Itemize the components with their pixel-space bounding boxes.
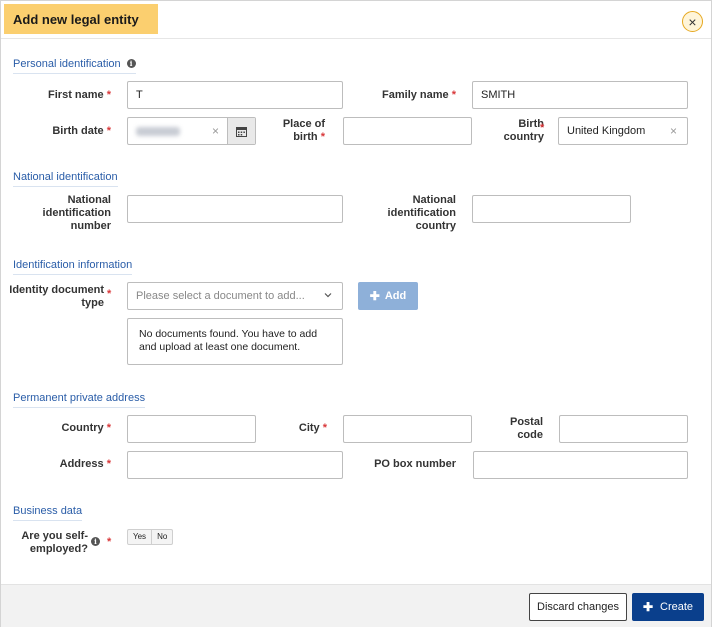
place-of-birth-input[interactable] [343, 117, 472, 145]
calendar-icon[interactable] [227, 118, 255, 144]
first-name-label: First name * [48, 89, 111, 101]
create-button[interactable]: ✚ Create [632, 593, 704, 621]
birth-country-select[interactable]: United Kingdom × [558, 117, 688, 145]
toggle-yes[interactable]: Yes [128, 530, 151, 544]
national-id-number-label: National identification number [42, 194, 111, 232]
clear-icon[interactable]: × [212, 124, 219, 138]
required-mark: * [540, 122, 545, 134]
add-document-button[interactable]: ✚ Add [358, 282, 418, 310]
national-id-country-label: National identification country [387, 194, 456, 232]
info-icon[interactable]: i [126, 59, 136, 68]
identity-document-type-select[interactable]: Please select a document to add... [127, 282, 343, 310]
section-business-data: Business data [13, 505, 83, 521]
postal-code-label: Postal code [509, 416, 543, 441]
address-label: Address * [59, 458, 111, 470]
first-name-input[interactable]: T [127, 81, 343, 109]
family-name-value: SMITH [481, 89, 516, 101]
national-id-country-select[interactable] [472, 195, 631, 223]
self-employed-label: Are you self- employed? [21, 530, 88, 555]
add-legal-entity-dialog: Add new legal entity × Personal identifi… [0, 0, 712, 627]
city-label: City * [298, 422, 327, 434]
chevron-down-icon [324, 293, 332, 298]
identity-document-type-label: Identity document type [9, 284, 104, 309]
family-name-input[interactable]: SMITH [472, 81, 688, 109]
section-permanent-private-address: Permanent private address [13, 392, 146, 408]
required-mark: * [107, 288, 112, 300]
dialog-title: Add new legal entity [13, 12, 139, 27]
postal-code-input[interactable] [559, 415, 688, 443]
po-box-label: PO box number [374, 458, 456, 470]
first-name-value: T [136, 89, 143, 101]
birth-date-label: Birth date * [52, 125, 111, 137]
no-documents-message: No documents found. You have to add and … [127, 318, 343, 365]
section-personal-identification: Personal identification i [13, 58, 136, 74]
close-icon[interactable]: × [682, 11, 703, 32]
birth-country-value: United Kingdom [567, 125, 646, 137]
self-employed-toggle[interactable]: Yes No [127, 529, 174, 545]
section-title: Personal identification [13, 58, 121, 70]
family-name-label: Family name * [382, 89, 456, 101]
city-input[interactable] [343, 415, 472, 443]
plus-icon: ✚ [642, 600, 654, 614]
country-select[interactable] [127, 415, 256, 443]
section-identification-information: Identification information [13, 259, 133, 275]
address-input[interactable] [127, 451, 343, 479]
clear-icon[interactable]: × [670, 124, 677, 138]
discard-changes-button[interactable]: Discard changes [529, 593, 627, 621]
required-mark: * [107, 536, 112, 548]
dialog-header: Add new legal entity × [1, 1, 711, 39]
section-national-identification: National identification [13, 171, 118, 187]
birth-date-input[interactable]: × [127, 117, 256, 145]
toggle-no[interactable]: No [151, 530, 172, 544]
plus-icon: ✚ [369, 289, 380, 303]
country-label: Country * [61, 422, 111, 434]
national-id-number-input[interactable] [127, 195, 343, 223]
document-type-placeholder: Please select a document to add... [136, 290, 305, 302]
po-box-input[interactable] [473, 451, 688, 479]
birth-country-label: Birth country [503, 118, 544, 143]
redacted-date-value [136, 127, 180, 136]
place-of-birth-label: Place of birth * [282, 118, 325, 143]
info-icon[interactable]: i [91, 537, 100, 546]
